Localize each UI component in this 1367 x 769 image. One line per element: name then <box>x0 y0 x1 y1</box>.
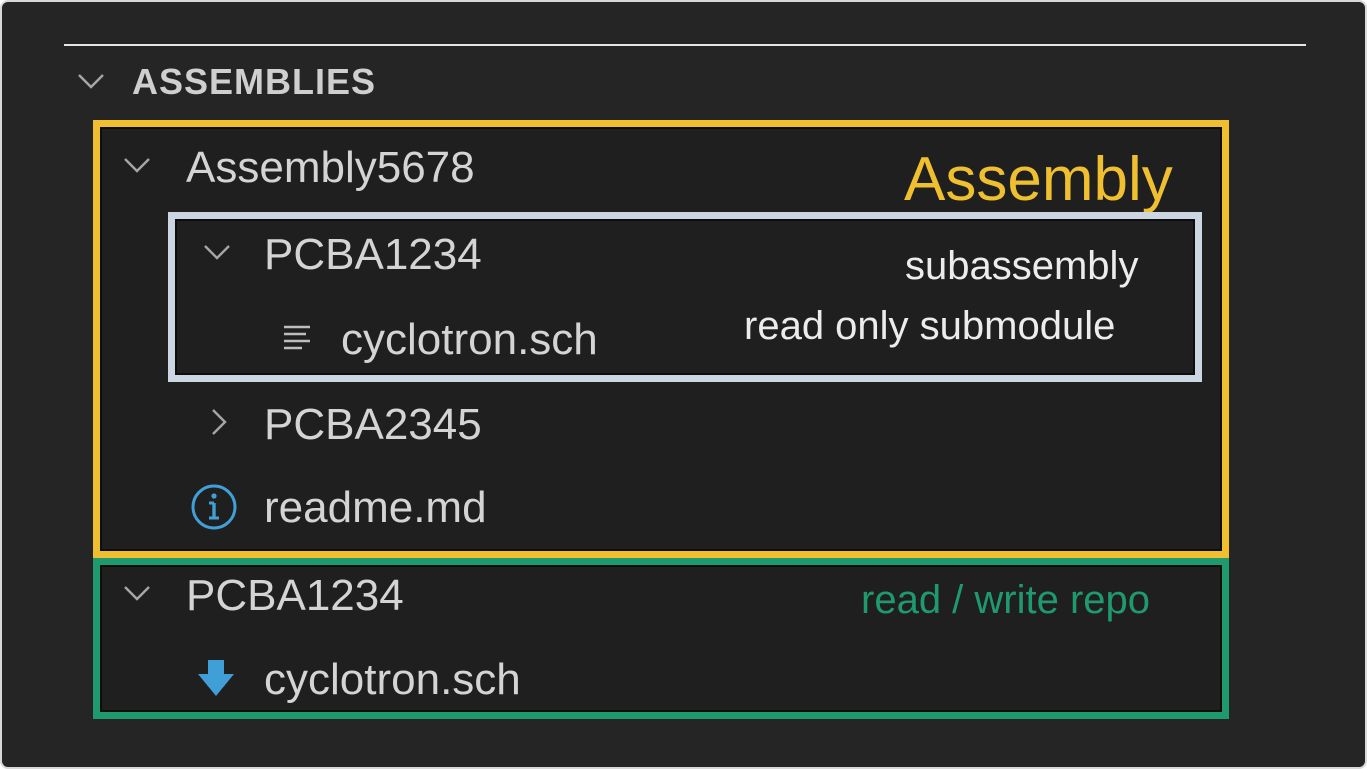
tree-item-readme[interactable]: readme.md <box>187 480 587 532</box>
tree-item-label: readme.md <box>264 483 487 532</box>
tree-item-cyclotron-repo[interactable]: cyclotron.sch <box>192 652 612 704</box>
download-arrow-icon <box>194 656 238 700</box>
tree-item-label: Assembly5678 <box>186 143 475 192</box>
repo-annotation: read / write repo <box>861 578 1151 622</box>
chevron-down-icon <box>122 150 152 180</box>
tree-item-label: PCBA1234 <box>186 571 404 620</box>
chevron-down-icon <box>76 66 106 96</box>
tree-item-assembly5678[interactable]: Assembly5678 <box>112 142 672 194</box>
tree-item-pcba1234-repo[interactable]: PCBA1234 <box>112 568 512 620</box>
chevron-down-icon <box>122 578 152 608</box>
subassembly-annotation: subassembly <box>905 244 1139 288</box>
tree-item-pcba2345[interactable]: PCBA2345 <box>192 397 592 449</box>
tree-item-pcba1234-submodule[interactable]: PCBA1234 <box>192 227 592 279</box>
info-icon <box>189 482 239 532</box>
chevron-down-icon <box>202 237 232 267</box>
tree-item-label: cyclotron.sch <box>341 315 598 364</box>
chevron-right-icon <box>204 407 234 437</box>
tree-item-cyclotron-submodule[interactable]: cyclotron.sch <box>272 312 672 364</box>
explorer-panel: ASSEMBLIES Assembly5678 Assembly PCBA123… <box>0 0 1367 769</box>
tree-item-label: PCBA2345 <box>264 400 482 449</box>
tree-item-label: cyclotron.sch <box>264 655 521 704</box>
section-title: ASSEMBLIES <box>132 61 377 102</box>
section-divider <box>64 44 1306 46</box>
assemblies-section-header[interactable]: ASSEMBLIES <box>64 58 464 108</box>
list-lines-icon <box>280 318 316 354</box>
assembly-annotation: Assembly <box>904 145 1173 214</box>
submodule-annotation: read only submodule <box>744 304 1116 348</box>
tree-item-label: PCBA1234 <box>264 230 482 279</box>
